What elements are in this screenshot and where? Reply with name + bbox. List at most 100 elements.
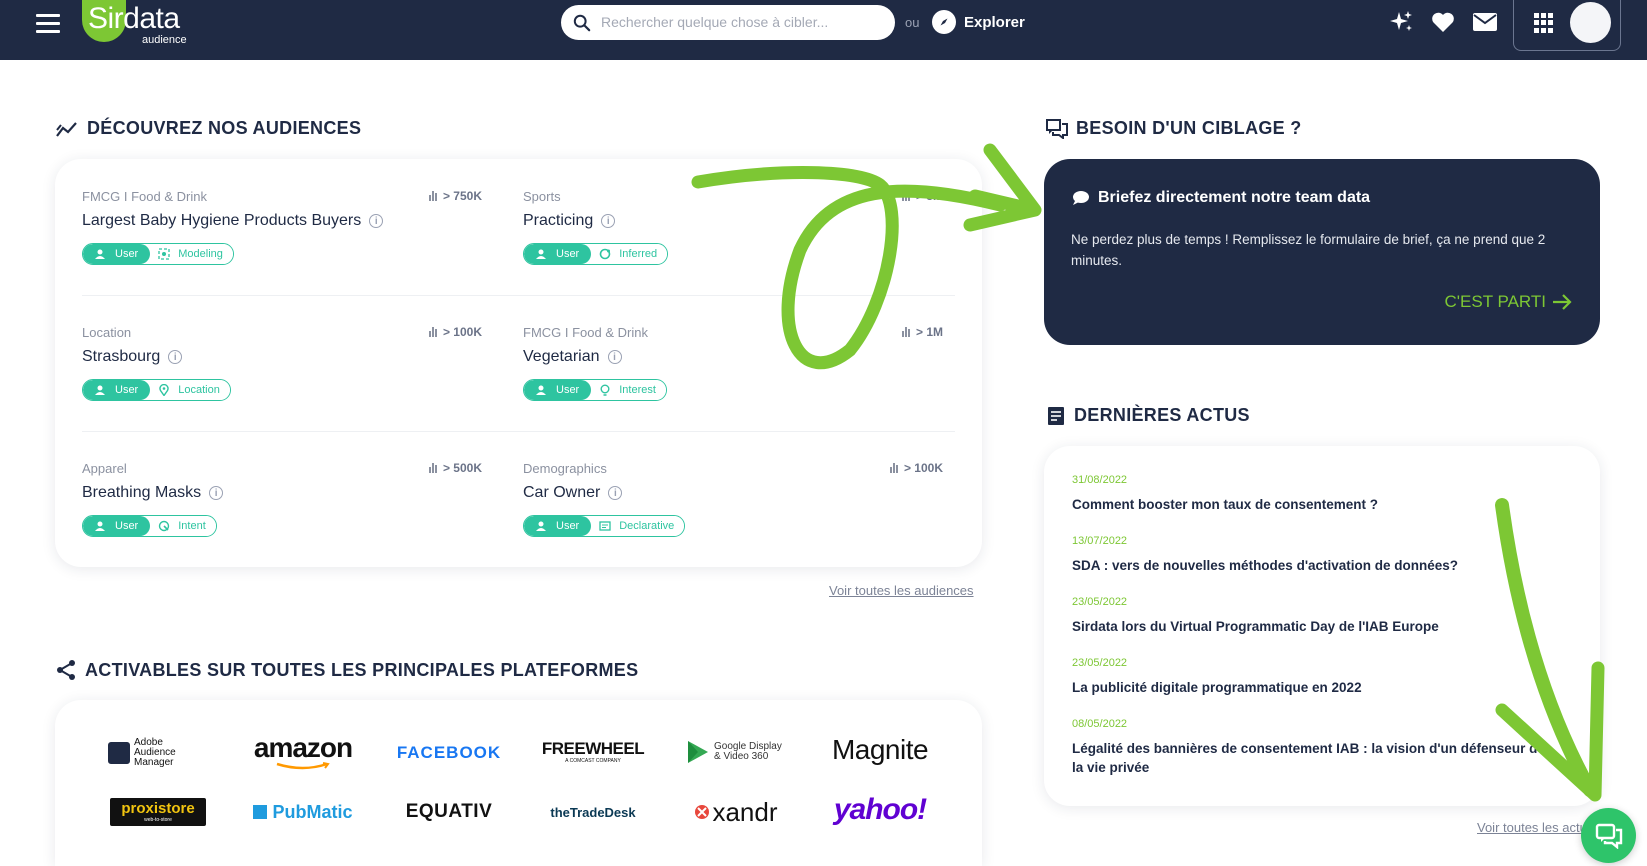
news-item: 23/05/2022 La publicité digitale program…: [1072, 657, 1552, 697]
audiences-section-title: DÉCOUVREZ NOS AUDIENCES: [55, 118, 361, 139]
amazon-logo: amazon: [248, 734, 358, 770]
speech-bubble-icon: [1073, 191, 1089, 205]
brief-title-text: BESOIN D'UN CIBLAGE ?: [1076, 118, 1302, 138]
audience-name[interactable]: Strasbourg i: [82, 348, 183, 366]
news-title[interactable]: La publicité digitale programmatique en …: [1072, 678, 1552, 697]
news-title-text: DERNIÈRES ACTUS: [1074, 405, 1250, 425]
brief-card-body: Ne perdez plus de temps ! Remplissez le …: [1071, 232, 1546, 268]
audience-name[interactable]: Vegetarian i: [523, 348, 622, 366]
audience-category: Location: [82, 325, 132, 340]
audience-category: FMCG I Food & Drink: [523, 325, 648, 340]
see-all-news-link[interactable]: Voir toutes les actus: [1477, 820, 1593, 835]
kind-tag: Declarative: [591, 516, 685, 536]
bar-chart-icon: [428, 463, 437, 473]
freewheel-logo: FREEWHEEL A COMCAST COMPANY: [541, 739, 645, 765]
info-icon[interactable]: i: [168, 350, 183, 364]
search-input[interactable]: [601, 10, 881, 34]
audience-category: Demographics: [523, 461, 607, 476]
proxistore-logo: proxistore web-to-store: [110, 798, 206, 826]
news-section-title: DERNIÈRES ACTUS: [1046, 405, 1250, 426]
user-tag: User: [524, 380, 592, 400]
info-icon[interactable]: i: [369, 214, 384, 228]
news-title[interactable]: SDA : vers de nouvelles méthodes d'activ…: [1072, 556, 1552, 575]
info-icon[interactable]: i: [608, 486, 623, 500]
news-date: 31/08/2022: [1072, 474, 1128, 486]
audience-item: FMCG I Food & Drink > 1M Vegetarian i Use…: [523, 325, 943, 435]
pubmatic-mark: [253, 805, 268, 819]
audience-tags: User Interest: [523, 379, 667, 401]
magnite-logo: Magnite: [831, 734, 929, 765]
mail-icon[interactable]: [1472, 9, 1498, 35]
user-tag: User: [524, 516, 592, 536]
lightbulb-icon: [600, 384, 610, 396]
google-dv360-mark: [688, 741, 708, 763]
trend-chart-icon: [56, 121, 77, 137]
platforms-title-text: ACTIVABLES SUR TOUTES LES PRINCIPALES PL…: [85, 659, 639, 680]
adobe-audience-manager-logo: Adobe Audience Manager: [107, 738, 207, 768]
adobe-mark: [108, 742, 130, 764]
brief-card-title: Briefez directement notre team data: [1072, 189, 1370, 207]
news-date: 23/05/2022: [1072, 596, 1128, 608]
bar-chart-icon: [901, 327, 910, 337]
brief-section-title: BESOIN D'UN CIBLAGE ?: [1046, 118, 1302, 139]
audience-tags: User Inferred: [523, 243, 669, 265]
person-icon: [536, 249, 546, 259]
audience-name[interactable]: Practicing i: [523, 212, 616, 230]
news-title[interactable]: Comment booster mon taux de consentement…: [1072, 495, 1552, 514]
avatar[interactable]: [1570, 2, 1611, 43]
search-icon: [573, 14, 591, 32]
audience-category: Sports: [523, 189, 561, 204]
kind-tag: Inferred: [591, 244, 668, 264]
chat-bubbles-icon: [1046, 118, 1068, 139]
news-title[interactable]: Légalité des bannières de consentement I…: [1072, 739, 1552, 777]
news-date: 13/07/2022: [1072, 535, 1128, 547]
audience-tags: User Intent: [82, 515, 217, 537]
thetradedesk-logo: theTradeDesk: [550, 804, 636, 820]
info-icon[interactable]: i: [601, 214, 616, 228]
info-icon[interactable]: i: [209, 486, 224, 500]
audience-item: Apparel > 500K Breathing Masks i User Int…: [82, 461, 482, 571]
bar-chart-icon: [428, 191, 437, 201]
article-icon: [1048, 406, 1064, 425]
bar-chart-icon: [889, 463, 898, 473]
info-icon[interactable]: i: [607, 350, 622, 364]
person-icon: [536, 385, 546, 395]
person-icon: [95, 521, 105, 531]
modeling-icon: [158, 248, 170, 260]
chat-icon: [1595, 823, 1622, 849]
audience-size: > 5M: [901, 189, 943, 203]
audience-item: Location > 100K Strasbourg i User Locatio…: [82, 325, 482, 435]
brief-cta-button[interactable]: C'EST PARTI: [1445, 292, 1573, 312]
user-tag: User: [83, 380, 151, 400]
news-title[interactable]: Sirdata lors du Virtual Programmatic Day…: [1072, 617, 1552, 636]
heart-icon[interactable]: [1430, 9, 1456, 35]
audience-name[interactable]: Breathing Masks i: [82, 484, 224, 502]
audience-tags: User Location: [82, 379, 231, 401]
yahoo-logo: yahoo!: [833, 793, 927, 826]
or-label: ou: [905, 15, 920, 30]
arrow-right-icon: [1553, 294, 1572, 310]
pubmatic-logo: PubMatic: [248, 796, 358, 828]
apps-grid-icon[interactable]: [1534, 13, 1554, 33]
sparkles-icon[interactable]: [1388, 9, 1414, 35]
audience-tags: User Modeling: [82, 243, 234, 265]
hamburger-menu-icon[interactable]: [36, 14, 60, 34]
brief-card: Briefez directement notre team data Ne p…: [1044, 159, 1600, 345]
audience-category: FMCG I Food & Drink: [82, 189, 207, 204]
kind-tag: Interest: [591, 380, 666, 400]
user-area: [1513, 0, 1621, 51]
audience-category: Apparel: [82, 461, 127, 476]
person-icon: [95, 249, 105, 259]
audience-size: > 100K: [889, 461, 943, 475]
see-all-audiences-link[interactable]: Voir toutes les audiences: [829, 583, 974, 598]
audience-item: FMCG I Food & Drink > 750K Largest Baby …: [82, 189, 482, 299]
audience-size: > 750K: [428, 189, 482, 203]
explorer-button[interactable]: Explorer: [932, 10, 1025, 34]
equativ-logo: EQUATIV: [405, 801, 493, 822]
news-card: 31/08/2022 Comment booster mon taux de c…: [1044, 446, 1600, 806]
audience-name[interactable]: Car Owner i: [523, 484, 623, 502]
audience-name[interactable]: Largest Baby Hygiene Products Buyers i: [82, 212, 384, 230]
chat-support-button[interactable]: [1581, 808, 1636, 863]
audience-item: Demographics > 100K Car Owner i User Decl…: [523, 461, 943, 571]
user-tag: User: [524, 244, 592, 264]
